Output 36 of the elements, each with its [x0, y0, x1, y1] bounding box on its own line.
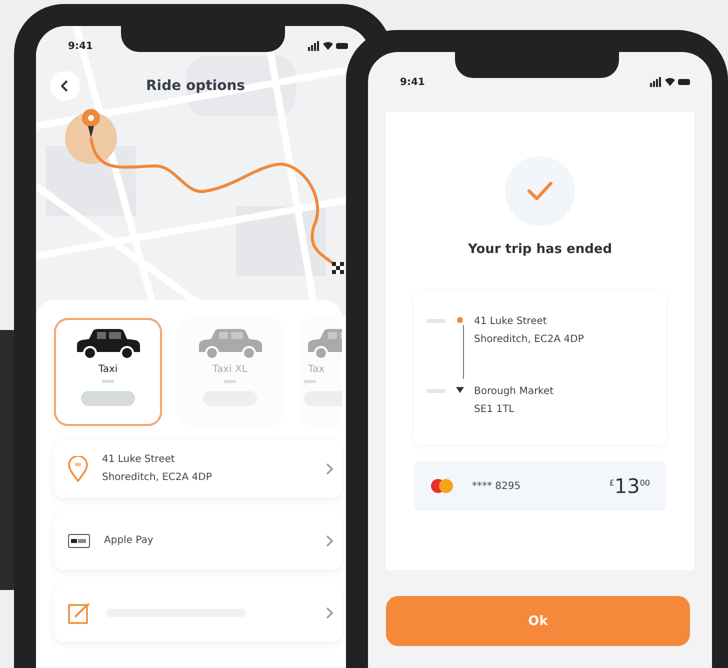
option-text: 41 Luke Street [102, 453, 176, 467]
ride-name: Taxi XL [212, 364, 248, 375]
stop-address: SE1 1TL [474, 403, 516, 417]
price-pill [81, 391, 135, 406]
option-row[interactable]: Apple Pay [54, 512, 342, 570]
ride-name: Taxi [98, 364, 118, 375]
route-line [463, 325, 464, 379]
option-row[interactable]: 41 Luke Street Shoreditch, EC2A 4DP [54, 440, 342, 498]
option-text: Apple Pay [104, 534, 154, 548]
finish-flag-icon [332, 262, 344, 274]
status-time: 9:41 [400, 76, 425, 88]
chevron-right-icon [326, 607, 334, 619]
status-time: 9:41 [68, 40, 93, 52]
dropoff-arrow-icon [456, 387, 464, 393]
chevron-right-icon [326, 535, 334, 547]
edit-note-icon [68, 601, 92, 625]
capacity-bar [102, 380, 114, 383]
ride-option-card[interactable]: Taxi [54, 318, 162, 426]
screen-title: Ride options [146, 78, 246, 94]
trip-price: $^{£}$13$^{00}$ [609, 474, 650, 498]
apple-pay-card-icon [68, 534, 90, 548]
card-number: **** 8295 [472, 480, 522, 492]
trip-ended-title: Your trip has ended [468, 242, 612, 257]
stop-address: 41 Luke Street [474, 315, 548, 329]
status-icons [650, 77, 690, 87]
chevron-right-icon [326, 463, 334, 475]
pickup-dot-icon [457, 317, 463, 323]
ride-name: Tax [308, 364, 324, 375]
card-logo-icon [430, 478, 454, 494]
checkmark-icon [527, 180, 553, 202]
stop-address: Borough Market [474, 385, 554, 399]
location-pin-icon [68, 456, 88, 482]
option-text: Shoreditch, EC2A 4DP [102, 471, 213, 485]
status-icons [308, 41, 348, 51]
pickup-pin-icon [82, 109, 100, 138]
stop-address: Shoreditch, EC2A 4DP [474, 333, 584, 347]
